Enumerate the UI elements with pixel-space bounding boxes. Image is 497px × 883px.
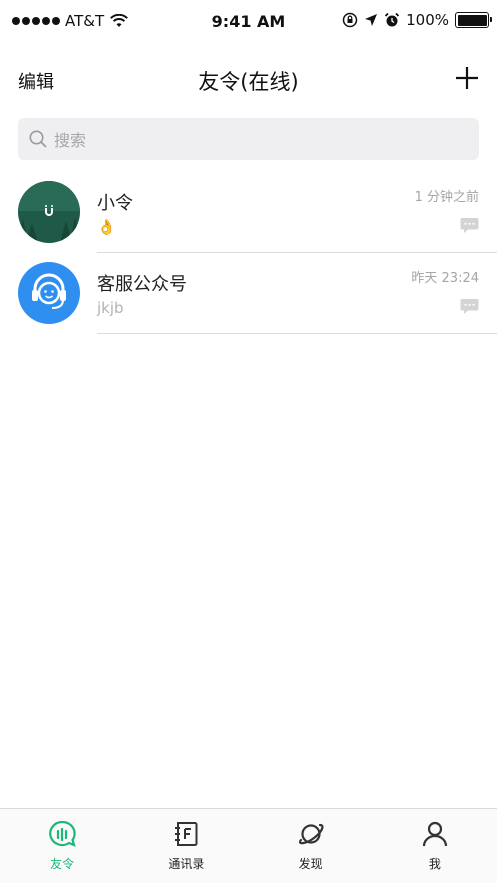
chat-name: 小令 (97, 193, 133, 214)
tab-label: 发现 (298, 857, 323, 871)
battery-percentage: 100% (406, 11, 449, 29)
search-placeholder: 搜索 (54, 131, 87, 150)
chat-preview: jkjb (97, 299, 124, 317)
chat-list-item[interactable]: 小令 👌 1 分钟之前 (0, 172, 497, 253)
battery-icon (455, 12, 492, 28)
chat-list: 小令 👌 1 分钟之前 客服公众号 jkjb 昨天 23:24 (0, 172, 497, 334)
chat-time: 昨天 23:24 (411, 271, 479, 286)
alarm-clock-icon (384, 12, 400, 27)
message-bubble-icon (460, 218, 479, 233)
tab-label: 我 (428, 857, 441, 871)
navigation-bar: 编辑 友令(在线) (0, 44, 497, 116)
status-right: 100% (342, 11, 492, 29)
tab-contacts[interactable]: 通讯录 (124, 809, 248, 883)
chat-name: 客服公众号 (97, 274, 187, 295)
rotation-lock-icon (342, 12, 358, 28)
status-bar: AT&T 9:41 AM 100% (0, 0, 497, 44)
support-headset-avatar (18, 262, 80, 324)
tab-bar: 友令 通讯录 发现 我 (0, 808, 497, 883)
chat-time: 1 分钟之前 (414, 190, 479, 205)
location-arrow-icon (365, 14, 378, 26)
divider (97, 333, 497, 334)
tab-me[interactable]: 我 (373, 809, 497, 883)
tab-youling[interactable]: 友令 (0, 809, 124, 883)
forest-avatar (18, 181, 80, 243)
page-title: 友令(在线) (198, 70, 299, 94)
tab-label: 通讯录 (168, 857, 205, 871)
chat-preview: 👌 (97, 218, 116, 236)
tab-discover[interactable]: 发现 (249, 809, 373, 883)
chat-bubble-icon (49, 820, 76, 847)
chat-list-item[interactable]: 客服公众号 jkjb 昨天 23:24 (0, 253, 497, 334)
plus-icon[interactable] (453, 64, 481, 92)
tab-label: 友令 (50, 857, 75, 871)
person-icon (422, 821, 447, 847)
search-input[interactable]: 搜索 (18, 118, 479, 160)
search-icon (29, 130, 47, 148)
contacts-book-icon (175, 822, 198, 846)
planet-icon (298, 823, 324, 845)
message-bubble-icon (460, 299, 479, 314)
